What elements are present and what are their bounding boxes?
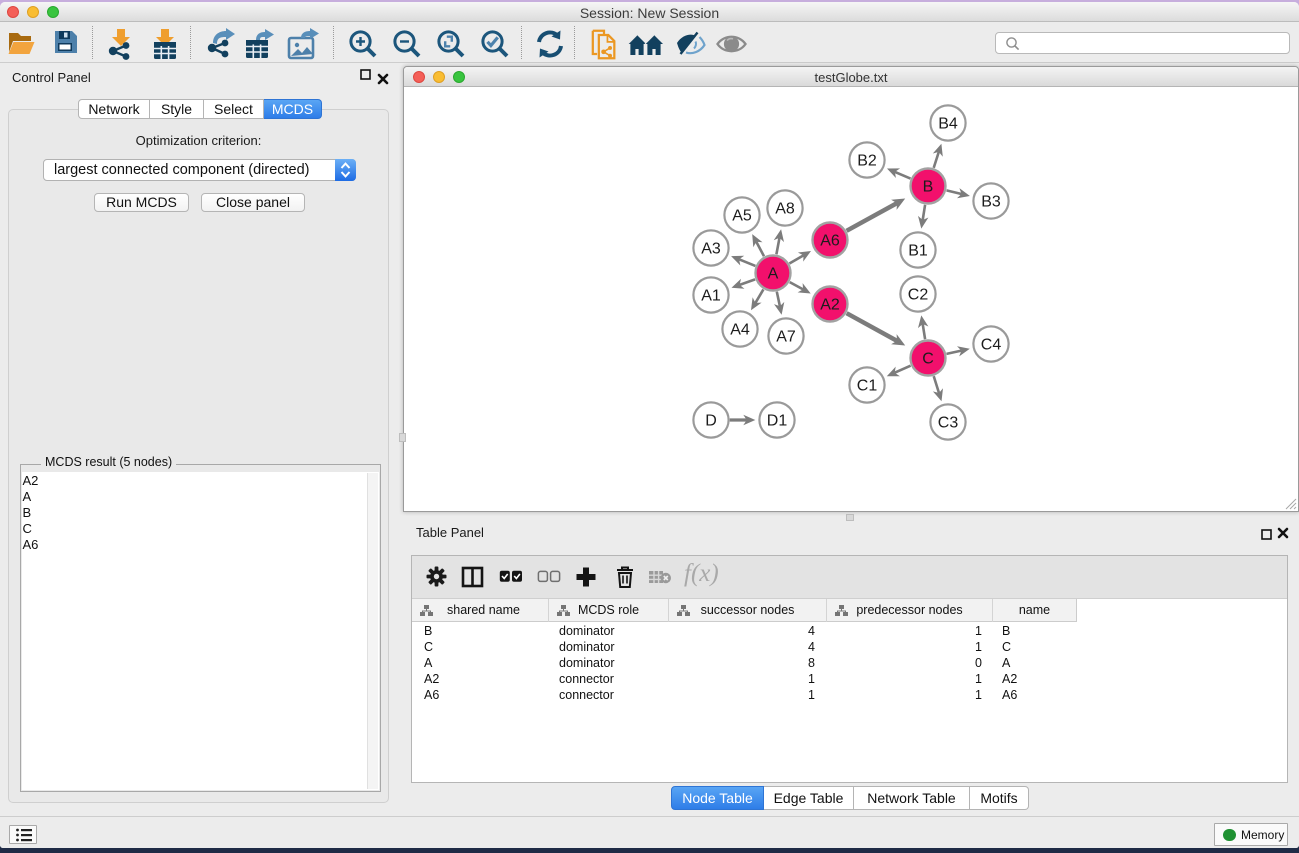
svg-text:C4: C4	[981, 336, 1002, 353]
svg-text:A8: A8	[775, 200, 795, 217]
svg-text:A4: A4	[730, 321, 750, 338]
svg-text:B2: B2	[857, 152, 877, 169]
svg-text:D: D	[705, 412, 717, 429]
svg-text:A6: A6	[820, 232, 840, 249]
svg-text:A2: A2	[820, 296, 840, 313]
svg-text:C: C	[922, 350, 934, 367]
svg-text:A: A	[768, 265, 779, 282]
svg-text:D1: D1	[767, 412, 788, 429]
svg-text:B4: B4	[938, 115, 958, 132]
svg-text:C3: C3	[938, 414, 959, 431]
svg-text:B3: B3	[981, 193, 1001, 210]
svg-text:C1: C1	[857, 377, 878, 394]
svg-text:A1: A1	[701, 287, 721, 304]
svg-text:B: B	[923, 178, 934, 195]
svg-text:A7: A7	[776, 328, 796, 345]
svg-text:A5: A5	[732, 207, 752, 224]
svg-text:A3: A3	[701, 240, 721, 257]
svg-text:C2: C2	[908, 286, 929, 303]
svg-text:B1: B1	[908, 242, 928, 259]
